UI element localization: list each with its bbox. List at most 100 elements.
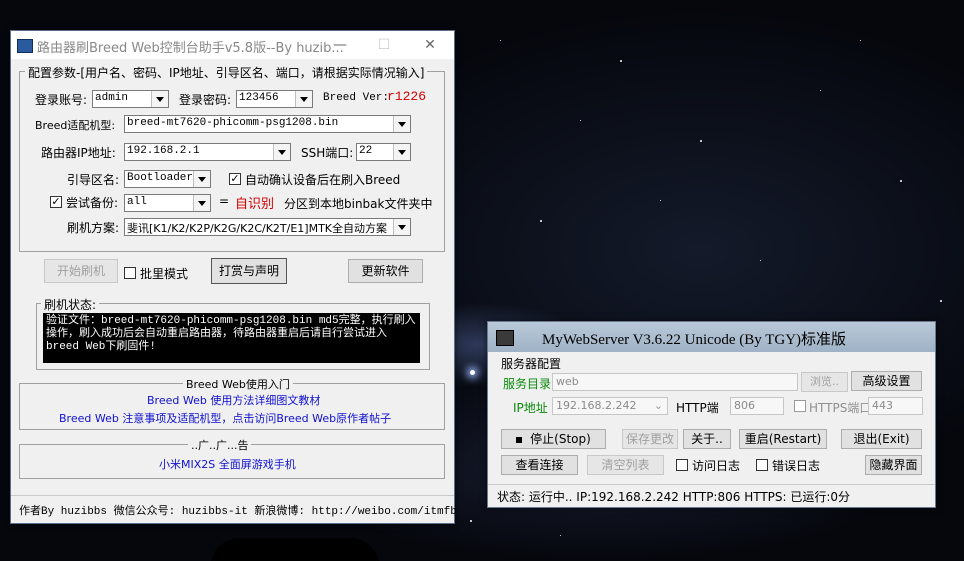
error-log-label: 错误日志 [772,459,821,473]
ad-group-label: ..广..广...告 [188,437,252,453]
star [560,535,561,536]
about-button[interactable]: 关于.. [683,429,731,449]
exit-button[interactable]: 退出(Exit) [841,429,922,449]
stop-square-icon [516,436,523,443]
guide-tutorial-link[interactable]: Breed Web 使用方法详细图文教材 [147,392,320,408]
save-changes-button[interactable]: 保存更改 [622,429,678,449]
close-icon[interactable]: ✕ [415,35,445,55]
ssh-port-combo[interactable]: 22 [356,143,411,161]
boot-name-combo[interactable]: Bootloader [124,170,211,188]
config-group-label: 配置参数-[用户名、密码、IP地址、引导区名、端口，请根据实际情况输入] [25,64,428,81]
status-console: 验证文件：breed-mt7620-phicomm-psg1208.bin md… [43,313,420,363]
author-footer: 作者By huzibbs 微信公众号: huzibbs-it 新浪微博: htt… [19,506,457,518]
chevron-down-icon[interactable] [393,116,410,132]
ip-field[interactable]: 192.168.2.242 ⌄ [552,397,668,415]
login-account-label: 登录账号: [35,93,88,107]
star [900,180,902,182]
star [500,40,501,41]
restart-button[interactable]: 重启(Restart) [739,429,827,449]
chevron-down-icon[interactable] [295,91,312,107]
chevron-down-icon[interactable] [393,144,410,160]
chevron-down-icon[interactable] [393,219,410,235]
title-bar[interactable]: 路由器刷Breed Web控制台助手v5.8版--By huzib... — ☐… [11,31,454,59]
router-ip-label: 路由器IP地址: [41,146,116,160]
http-port-label: HTTP端 [676,401,719,415]
minimize-icon[interactable]: — [325,35,355,55]
chevron-down-icon[interactable] [193,171,210,187]
maximize-icon[interactable]: ☐ [369,35,399,55]
ssh-port-value: 22 [359,145,373,157]
breed-ver-value: r1226 [387,89,427,104]
chevron-down-icon[interactable] [193,195,210,211]
https-port-label: HTTPS端口 [809,401,872,415]
backup-auto-detect: 自识别 [235,197,275,212]
ssh-port-label: SSH端口: [301,146,354,160]
stop-button-label: 停止(Stop) [530,432,591,446]
backup-value: all [127,196,147,208]
status-group-label: 刷机状态: [41,296,100,313]
guide-author-post-link[interactable]: Breed Web 注意事项及适配机型，点击访问Breed Web原作者帖子 [59,410,391,426]
https-checkbox[interactable] [794,400,806,412]
scheme-label: 刷机方案: [67,221,120,235]
star [540,220,542,222]
http-port-field[interactable]: 806 [730,397,784,415]
batch-mode-checkbox[interactable] [124,267,136,279]
hide-ui-button[interactable]: 隐藏界面 [865,455,922,475]
router-ip-combo[interactable]: 192.168.2.1 [124,143,291,161]
window-title: MyWebServer V3.6.22 Unicode (By TGY)标准版 [542,332,847,348]
breed-ver-label: Breed Ver: [323,92,390,104]
window-title: 路由器刷Breed Web控制台助手v5.8版--By huzib... [37,41,344,56]
auto-confirm-checkbox[interactable]: ✓ [229,173,241,185]
app-icon [17,39,33,53]
model-value: breed-mt7620-phicomm-psg1208.bin [127,117,339,129]
auto-confirm-label: 自动确认设备后在刷入Breed [245,173,401,187]
advanced-settings-button[interactable]: 高级设置 [851,371,922,391]
star [660,200,661,201]
app-icon [496,330,514,346]
login-password-combo[interactable]: 123456 [236,90,313,108]
ip-value: 192.168.2.242 [556,399,637,412]
router-ip-value: 192.168.2.1 [127,145,200,157]
browse-button[interactable]: 浏览.. [801,372,848,392]
chevron-down-icon[interactable]: ⌄ [654,398,663,414]
server-config-label: 服务器配置 [501,357,562,371]
model-label: Breed适配机型: [35,119,116,132]
star [580,120,581,121]
title-bar[interactable]: MyWebServer V3.6.22 Unicode (By TGY)标准版 [488,322,935,352]
boot-name-label: 引导区名: [67,173,120,187]
backup-note: 分区到本地binbak文件夹中 [284,197,433,211]
backup-combo[interactable]: all [124,194,211,212]
start-flash-button[interactable]: 开始刷机 [44,259,118,283]
ad-link[interactable]: 小米MIX2S 全面屏游戏手机 [159,456,296,472]
star [700,140,702,142]
status-text: 状态: 运行中.. IP:192.168.2.242 HTTP:806 HTTP… [497,490,851,504]
access-log-label: 访问日志 [692,459,741,473]
login-account-combo[interactable]: admin [92,90,169,108]
star [940,300,942,302]
scheme-value: 斐讯[K1/K2/K2P/K2G/K2C/K2T/E1]MTK全自动方案 [127,222,388,235]
star [860,40,861,41]
chevron-down-icon[interactable] [151,91,168,107]
update-button[interactable]: 更新软件 [348,259,423,283]
view-connections-button[interactable]: 查看连接 [501,455,578,475]
guide-group-label: Breed Web使用入门 [183,376,293,392]
stop-button[interactable]: 停止(Stop) [501,429,606,449]
https-port-field[interactable]: 443 [868,397,923,415]
dir-field[interactable]: web [552,373,798,391]
star [620,60,622,62]
model-combo[interactable]: breed-mt7620-phicomm-psg1208.bin [124,115,411,133]
donate-button[interactable]: 打赏与声明 [211,258,287,284]
access-log-checkbox[interactable] [676,459,688,471]
backup-checkbox[interactable]: ✓ [50,196,62,208]
backup-label: 尝试备份: [66,196,119,210]
bright-star [470,370,475,375]
chevron-down-icon[interactable] [273,144,290,160]
error-log-checkbox[interactable] [756,459,768,471]
login-password-value: 123456 [239,92,279,104]
mywebserver-window: MyWebServer V3.6.22 Unicode (By TGY)标准版 … [487,321,936,508]
backup-equals: = [219,194,230,208]
scheme-combo[interactable]: 斐讯[K1/K2/K2P/K2G/K2C/K2T/E1]MTK全自动方案 [124,218,411,236]
status-bar: 状态: 运行中.. IP:192.168.2.242 HTTP:806 HTTP… [488,484,935,507]
boot-name-value: Bootloader [127,172,194,184]
clear-list-button[interactable]: 清空列表 [587,455,664,475]
